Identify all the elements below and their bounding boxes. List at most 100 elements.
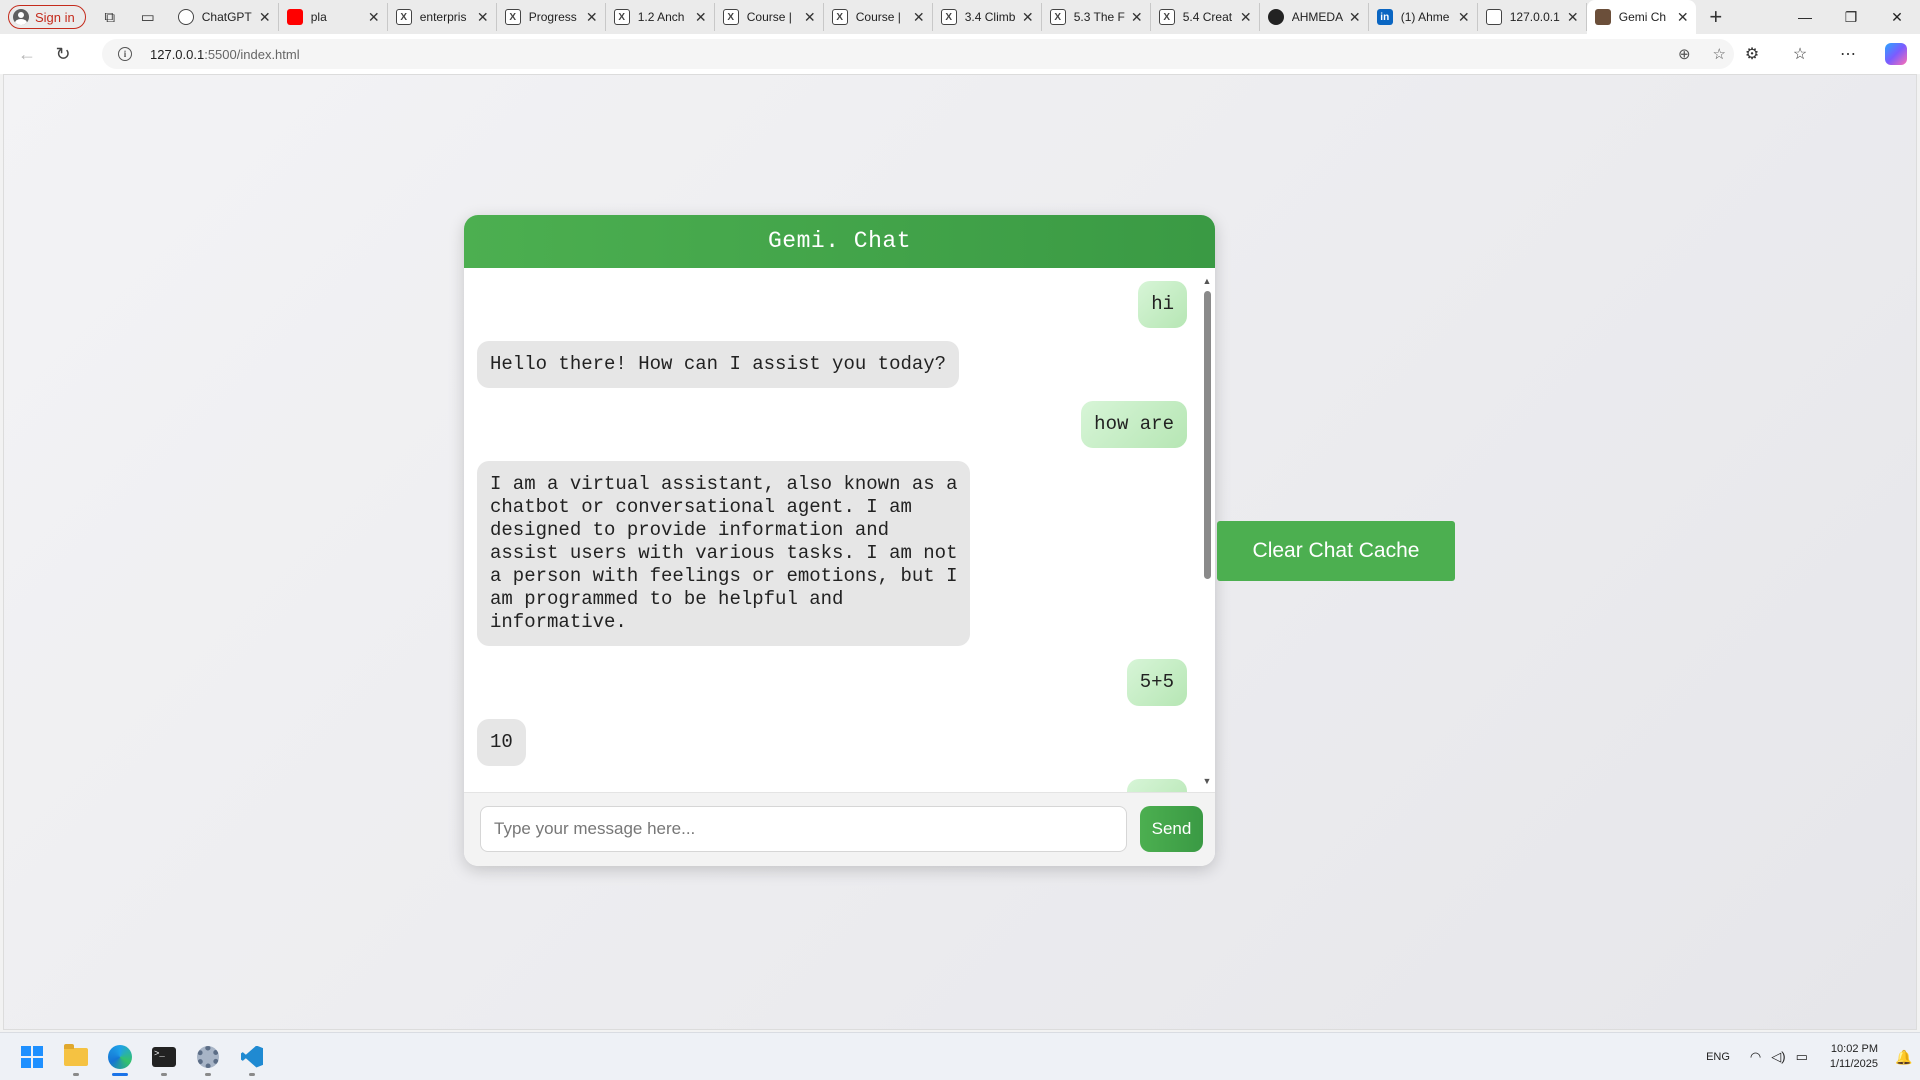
sign-in-label: Sign in bbox=[35, 9, 75, 25]
browser-tab[interactable]: AHMEDA ✕ bbox=[1260, 3, 1369, 31]
gemi-icon bbox=[1594, 9, 1611, 25]
browser-tab[interactable]: ChatGPT ✕ bbox=[170, 3, 279, 31]
close-tab-icon[interactable]: ✕ bbox=[694, 9, 708, 26]
system-tray: ENG ◠ ◁) ▭ 10:02 PM 1/11/2025 🔔 bbox=[1706, 1033, 1920, 1080]
copilot-icon[interactable] bbox=[1885, 43, 1907, 65]
browser-tab[interactable]: 127.0.0.1 ✕ bbox=[1478, 3, 1587, 31]
new-tab-button[interactable]: + bbox=[1700, 3, 1732, 31]
browser-tab[interactable]: in (1) Ahme ✕ bbox=[1369, 3, 1478, 31]
close-tab-icon[interactable]: ✕ bbox=[1021, 9, 1035, 26]
user-message-bubble: 5+5 bbox=[1126, 659, 1187, 706]
close-tab-icon[interactable]: ✕ bbox=[1566, 9, 1580, 26]
notification-bell-icon[interactable]: 🔔 bbox=[1888, 1049, 1920, 1066]
browser-tab[interactable]: X 5.4 Creat ✕ bbox=[1151, 3, 1260, 31]
x-icon: X bbox=[940, 9, 957, 25]
file-explorer-icon[interactable] bbox=[56, 1037, 96, 1077]
restore-icon[interactable]: ❐ bbox=[1828, 0, 1874, 34]
browser-tab-label: ChatGPT bbox=[201, 10, 252, 24]
close-tab-icon[interactable]: ✕ bbox=[1130, 9, 1144, 26]
user-message-row bbox=[477, 779, 1187, 792]
scroll-up-icon[interactable]: ▲ bbox=[1201, 275, 1213, 287]
close-tab-icon[interactable]: ✕ bbox=[476, 9, 490, 26]
browser-tab[interactable]: Xenterpris ✕ bbox=[388, 3, 497, 31]
browser-tab-strip: Sign in ⧉ ▭ ChatGPT ✕ pla ✕ Xenterpris ✕ X Prog… bbox=[0, 0, 1920, 34]
x-icon: X bbox=[504, 9, 521, 25]
browser-tab[interactable]: X Course | ✕ bbox=[715, 3, 824, 31]
browser-tab[interactable]: X Course | ✕ bbox=[824, 3, 933, 31]
tab-actions-icon[interactable]: ▭ bbox=[134, 3, 162, 31]
zoom-icon[interactable]: ⊕ bbox=[1678, 45, 1691, 63]
favorites-icon[interactable]: ☆ bbox=[1776, 44, 1824, 64]
send-button[interactable]: Send bbox=[1140, 806, 1203, 852]
extensions-icon[interactable]: ⚙ bbox=[1728, 44, 1776, 64]
favorite-star-icon[interactable]: ☆ bbox=[1713, 45, 1726, 63]
message-scrollbar[interactable]: ▲ ▼ bbox=[1201, 275, 1213, 787]
close-tab-icon[interactable]: ✕ bbox=[367, 9, 381, 26]
chat-window: Gemi. Chat hi Hello there! How can I assi… bbox=[464, 215, 1215, 866]
browser-tab[interactable]: pla ✕ bbox=[279, 3, 388, 31]
close-tab-icon[interactable]: ✕ bbox=[912, 9, 926, 26]
x-icon: X bbox=[395, 9, 412, 25]
back-icon[interactable]: ← bbox=[10, 38, 44, 70]
window-controls: — ❐ ✕ bbox=[1782, 0, 1920, 34]
browser-tab-label: 5.3 The F bbox=[1073, 10, 1125, 24]
volume-icon[interactable]: ◁) bbox=[1771, 1049, 1785, 1065]
more-options-icon[interactable]: ⋯ bbox=[1824, 44, 1872, 64]
workspaces-icon[interactable]: ⧉ bbox=[96, 3, 124, 31]
minimize-icon[interactable]: — bbox=[1782, 0, 1828, 34]
wifi-icon[interactable]: ◠ bbox=[1750, 1049, 1761, 1065]
settings-icon[interactable] bbox=[188, 1037, 228, 1077]
user-message-bubble: how are bbox=[1081, 401, 1187, 448]
message-input[interactable] bbox=[480, 806, 1127, 852]
chat-title: Gemi. Chat bbox=[464, 215, 1215, 268]
user-message-row: how are bbox=[477, 401, 1187, 448]
scroll-thumb[interactable] bbox=[1204, 291, 1211, 579]
address-bar[interactable]: i 127.0.0.1:5500/index.html ⊕ ☆ bbox=[102, 39, 1734, 69]
close-tab-icon[interactable]: ✕ bbox=[1348, 9, 1362, 26]
url-path: :5500/index.html bbox=[204, 46, 300, 62]
address-toolbar: ← ↻ i 127.0.0.1:5500/index.html ⊕ ☆ ⚙ ☆ … bbox=[0, 34, 1920, 74]
close-window-icon[interactable]: ✕ bbox=[1874, 0, 1920, 34]
sign-in-button[interactable]: Sign in bbox=[8, 5, 86, 29]
close-tab-icon[interactable]: ✕ bbox=[1676, 9, 1690, 26]
close-tab-icon[interactable]: ✕ bbox=[803, 9, 817, 26]
browser-tab-label: AHMEDA bbox=[1291, 10, 1344, 24]
language-indicator[interactable]: ENG bbox=[1706, 1051, 1730, 1063]
user-message-bubble bbox=[1127, 779, 1187, 792]
clock[interactable]: 10:02 PM 1/11/2025 bbox=[1830, 1042, 1878, 1072]
browser-tab[interactable]: X 3.4 Climb ✕ bbox=[933, 3, 1042, 31]
close-tab-icon[interactable]: ✕ bbox=[585, 9, 599, 26]
site-info-icon[interactable]: i bbox=[118, 47, 132, 61]
user-message-row: hi bbox=[477, 281, 1187, 328]
close-tab-icon[interactable]: ✕ bbox=[258, 9, 272, 26]
browser-tab[interactable]: Gemi Ch ✕ bbox=[1586, 0, 1696, 34]
taskbar: >_ ENG ◠ ◁) ▭ 10:02 PM 1/11/2025 🔔 bbox=[0, 1032, 1920, 1080]
profile-icon bbox=[13, 9, 29, 25]
close-tab-icon[interactable]: ✕ bbox=[1239, 9, 1253, 26]
vscode-icon[interactable] bbox=[232, 1037, 272, 1077]
url-text: 127.0.0.1:5500/index.html bbox=[150, 47, 300, 62]
browser-tab-label: enterpris bbox=[419, 10, 467, 24]
page-icon bbox=[1485, 9, 1502, 25]
message-list[interactable]: hi Hello there! How can I assist you toda… bbox=[464, 268, 1215, 792]
x-icon: X bbox=[831, 9, 848, 25]
browser-tab[interactable]: X 5.3 The F ✕ bbox=[1042, 3, 1151, 31]
browser-tab[interactable]: X Progress ✕ bbox=[497, 3, 606, 31]
browser-tab-label: Gemi Ch bbox=[1618, 10, 1667, 24]
close-tab-icon[interactable]: ✕ bbox=[1457, 9, 1471, 26]
clock-time: 10:02 PM bbox=[1830, 1043, 1878, 1055]
windows-start-icon[interactable] bbox=[12, 1037, 52, 1077]
chatgpt-icon bbox=[177, 9, 194, 25]
x-icon: X bbox=[1158, 9, 1175, 25]
battery-icon[interactable]: ▭ bbox=[1796, 1049, 1808, 1065]
browser-tab-label: 1.2 Anch bbox=[637, 10, 685, 24]
bot-message-bubble: 10 bbox=[477, 719, 526, 766]
linkedin-icon: in bbox=[1376, 9, 1393, 25]
browser-tab[interactable]: X 1.2 Anch ✕ bbox=[606, 3, 715, 31]
edge-browser-icon[interactable] bbox=[100, 1037, 140, 1077]
refresh-icon[interactable]: ↻ bbox=[46, 38, 80, 70]
terminal-icon[interactable]: >_ bbox=[144, 1037, 184, 1077]
scroll-down-icon[interactable]: ▼ bbox=[1201, 775, 1213, 787]
clear-chat-cache-button[interactable]: Clear Chat Cache bbox=[1217, 521, 1455, 581]
page-viewport: Gemi. Chat hi Hello there! How can I assi… bbox=[3, 74, 1917, 1030]
